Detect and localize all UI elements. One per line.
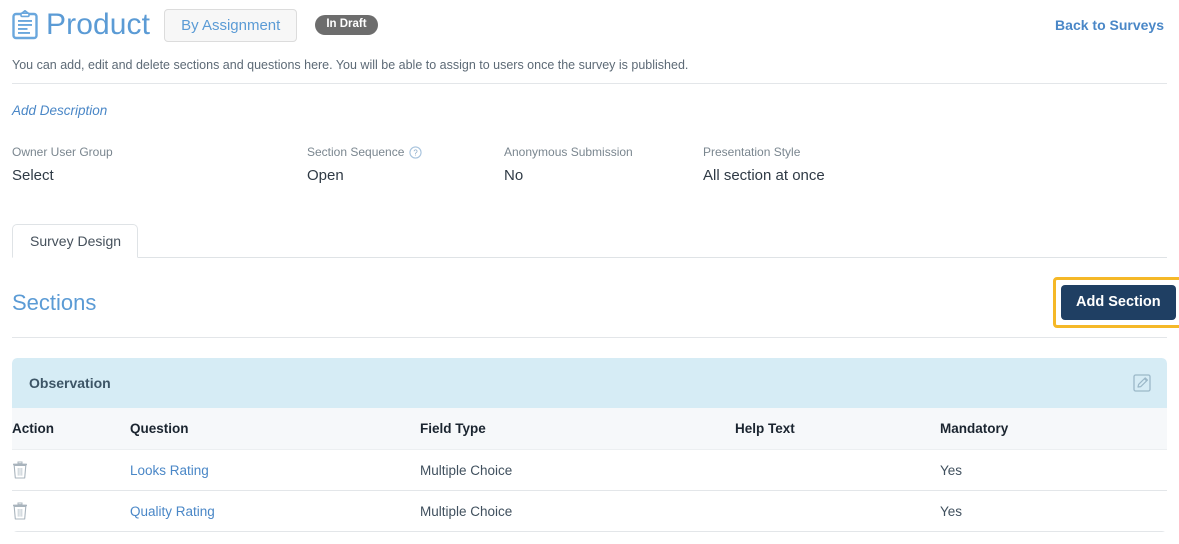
- meta-label-text: Owner User Group: [12, 145, 113, 159]
- page-header: Product By Assignment In Draft Back to S…: [0, 0, 1179, 50]
- column-header-question: Question: [130, 408, 420, 450]
- help-circle-icon[interactable]: ?: [409, 146, 423, 159]
- intro-divider: [12, 82, 1167, 84]
- tab-bar: Survey Design: [12, 222, 1167, 258]
- questions-table: Action Question Field Type Help Text Man…: [12, 408, 1167, 532]
- sections-divider: [12, 337, 1167, 338]
- row-help-text-cell: [735, 449, 940, 491]
- section-card-observation: Observation Action Question Field Type H…: [12, 358, 1167, 532]
- row-mandatory-cell: Yes: [940, 449, 1167, 491]
- table-row: Looks Rating Multiple Choice Yes: [12, 449, 1167, 491]
- row-field-type-cell: Multiple Choice: [420, 490, 735, 532]
- questions-table-body: Looks Rating Multiple Choice Yes Quality…: [12, 449, 1167, 532]
- trash-icon[interactable]: [12, 461, 28, 479]
- meta-field-owner-user-group: Owner User Group Select: [12, 145, 307, 185]
- row-question-cell: Looks Rating: [130, 449, 420, 491]
- row-action-cell: [12, 449, 130, 491]
- column-header-mandatory: Mandatory: [940, 408, 1167, 450]
- meta-value: All section at once: [703, 166, 825, 184]
- row-help-text-cell: [735, 490, 940, 532]
- row-mandatory-cell: Yes: [940, 490, 1167, 532]
- column-header-field-type: Field Type: [420, 408, 735, 450]
- question-link[interactable]: Looks Rating: [130, 463, 209, 478]
- meta-field-anonymous-submission: Anonymous Submission No: [504, 145, 703, 185]
- meta-label-text: Presentation Style: [703, 145, 801, 159]
- back-to-surveys-link[interactable]: Back to Surveys: [1055, 17, 1167, 33]
- add-section-focus-ring: Add Section: [1053, 277, 1179, 328]
- intro-block: You can add, edit and delete sections an…: [12, 57, 1167, 84]
- meta-label: Anonymous Submission: [504, 145, 703, 161]
- table-header-row: Action Question Field Type Help Text Man…: [12, 408, 1167, 450]
- meta-label: Owner User Group: [12, 145, 307, 161]
- meta-field-section-sequence: Section Sequence ? Open: [307, 145, 504, 185]
- by-assignment-button[interactable]: By Assignment: [164, 8, 298, 42]
- trash-icon[interactable]: [12, 502, 28, 520]
- row-field-type-cell: Multiple Choice: [420, 449, 735, 491]
- add-section-button[interactable]: Add Section: [1061, 285, 1176, 320]
- sections-title: Sections: [12, 290, 97, 315]
- tab-survey-design[interactable]: Survey Design: [12, 224, 139, 258]
- meta-value: Select: [12, 166, 54, 184]
- svg-text:?: ?: [414, 149, 419, 158]
- table-row: Quality Rating Multiple Choice Yes: [12, 490, 1167, 532]
- survey-design-page: Product By Assignment In Draft Back to S…: [0, 0, 1179, 544]
- add-description-link[interactable]: Add Description: [12, 103, 107, 118]
- questions-table-head: Action Question Field Type Help Text Man…: [12, 408, 1167, 450]
- row-action-cell: [12, 490, 130, 532]
- question-link[interactable]: Quality Rating: [130, 504, 215, 519]
- sections-heading-row: Sections: [12, 292, 1167, 314]
- meta-label-text: Anonymous Submission: [504, 145, 633, 159]
- edit-pencil-square-icon[interactable]: [1131, 372, 1153, 394]
- column-header-help-text: Help Text: [735, 408, 940, 450]
- meta-field-presentation-style: Presentation Style All section at once: [703, 145, 943, 185]
- meta-value: Open: [307, 166, 344, 184]
- survey-meta-fields: Owner User Group Select Section Sequence…: [12, 145, 1012, 185]
- page-title: Product: [46, 8, 151, 41]
- row-question-cell: Quality Rating: [130, 490, 420, 532]
- intro-text: You can add, edit and delete sections an…: [12, 58, 689, 72]
- meta-value: No: [504, 166, 524, 184]
- status-badge: In Draft: [315, 14, 378, 36]
- section-name: Observation: [29, 375, 111, 391]
- section-header-bar: Observation: [12, 358, 1167, 408]
- meta-label-text: Section Sequence: [307, 145, 405, 159]
- clipboard-icon: [12, 9, 38, 40]
- meta-label: Presentation Style: [703, 145, 943, 161]
- column-header-action: Action: [12, 408, 130, 450]
- meta-label: Section Sequence ?: [307, 145, 504, 161]
